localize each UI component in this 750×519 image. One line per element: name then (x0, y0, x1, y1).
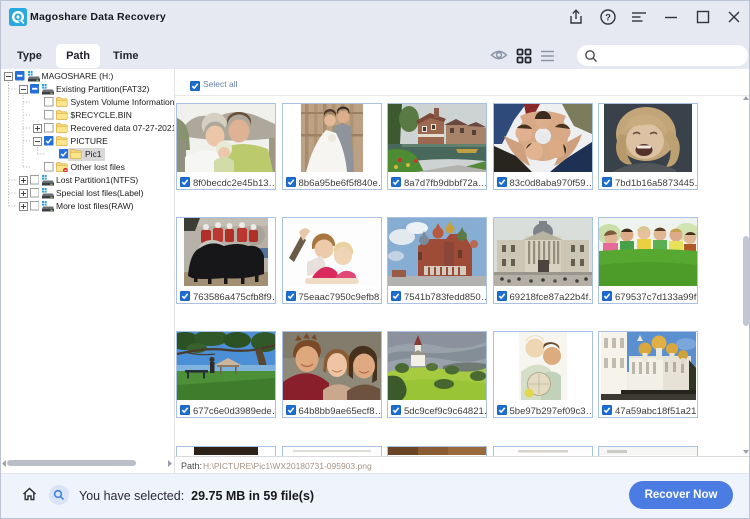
svg-text:?: ? (605, 12, 611, 23)
